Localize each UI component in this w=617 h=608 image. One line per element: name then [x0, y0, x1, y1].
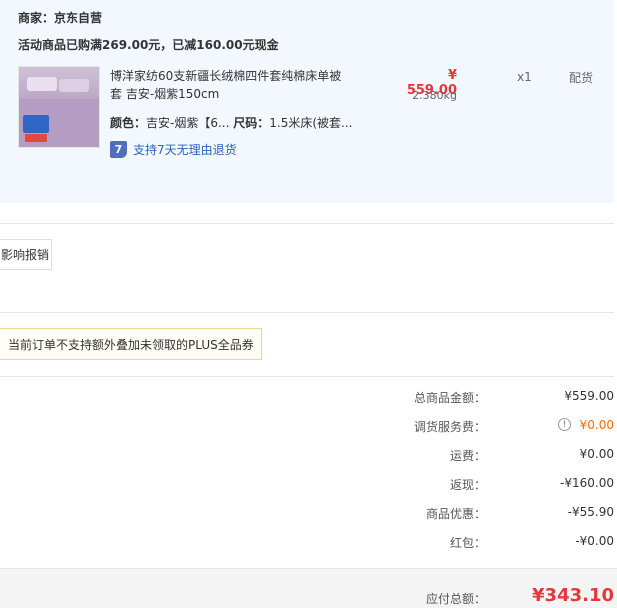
section-divider [0, 376, 614, 377]
summary-value: ¥559.00 [564, 389, 614, 403]
product-title-link[interactable]: 博洋家纺60支新疆长绒棉四件套纯棉床单被套 吉安-烟紫150cm [110, 67, 350, 103]
return-policy[interactable]: 7 支持7天无理由退货 [110, 140, 237, 158]
product-quantity: x1 [517, 70, 532, 84]
total-label: 应付总额： [425, 592, 486, 606]
product-thumbnail[interactable] [18, 66, 100, 148]
total-amount: ¥343.10 [532, 585, 614, 606]
report-button-label: 影响报销 [1, 248, 50, 262]
summary-value: -¥0.00 [575, 534, 614, 548]
summary-row-service-fee: 调货服务费： ! ¥0.00 [0, 418, 614, 436]
color-value: 吉安-烟紫【6... [146, 116, 230, 130]
total-bar: 应付总额： ¥343.10 [0, 568, 617, 608]
product-weight: 2.380kg [412, 89, 457, 102]
size-value: 1.5米床(被套... [269, 116, 353, 130]
report-button[interactable]: 影响报销 [0, 239, 52, 270]
promotion-text: 活动商品已购满269.00元，已减160.00元现金 [18, 38, 279, 52]
summary-row-shipping: 运费： ¥0.00 [0, 447, 614, 465]
summary-row-subtotal: 总商品金额： ¥559.00 [0, 389, 614, 407]
summary-label: 商品优惠： [425, 507, 486, 521]
summary-value: ¥0.00 [579, 418, 614, 432]
size-label: 尺码： [233, 116, 270, 130]
order-store-card: 商家：京东自营 活动商品已购满269.00元，已减160.00元现金 博洋家纺6… [0, 0, 614, 203]
section-divider [0, 312, 614, 313]
info-icon[interactable]: ! [558, 418, 571, 431]
stock-status: 配货 [569, 71, 594, 85]
return-policy-text[interactable]: 支持7天无理由退货 [133, 141, 237, 158]
summary-label: 运费： [449, 449, 486, 463]
summary-row-cashback: 返现： -¥160.00 [0, 476, 614, 494]
summary-row-discount: 商品优惠： -¥55.90 [0, 505, 614, 523]
summary-label: 调货服务费： [413, 420, 486, 434]
summary-label: 总商品金额： [413, 391, 486, 405]
coupon-notice-text: 当前订单不支持额外叠加未领取的PLUS全品券 [8, 337, 254, 352]
seller-name: 商家：京东自营 [18, 11, 103, 25]
summary-label: 红包： [449, 536, 486, 550]
summary-label: 返现： [449, 478, 486, 492]
product-attributes: 颜色：吉安-烟紫【6... 尺码：1.5米床(被套... [110, 114, 353, 131]
section-divider [0, 223, 614, 224]
summary-value: -¥160.00 [560, 476, 614, 490]
summary-value: ¥0.00 [579, 447, 614, 461]
coupon-notice: 当前订单不支持额外叠加未领取的PLUS全品券 [0, 328, 262, 360]
summary-value: -¥55.90 [567, 505, 614, 519]
summary-row-red-packet: 红包： -¥0.00 [0, 534, 614, 552]
color-label: 颜色： [110, 116, 147, 130]
seven-day-return-icon: 7 [110, 140, 127, 158]
